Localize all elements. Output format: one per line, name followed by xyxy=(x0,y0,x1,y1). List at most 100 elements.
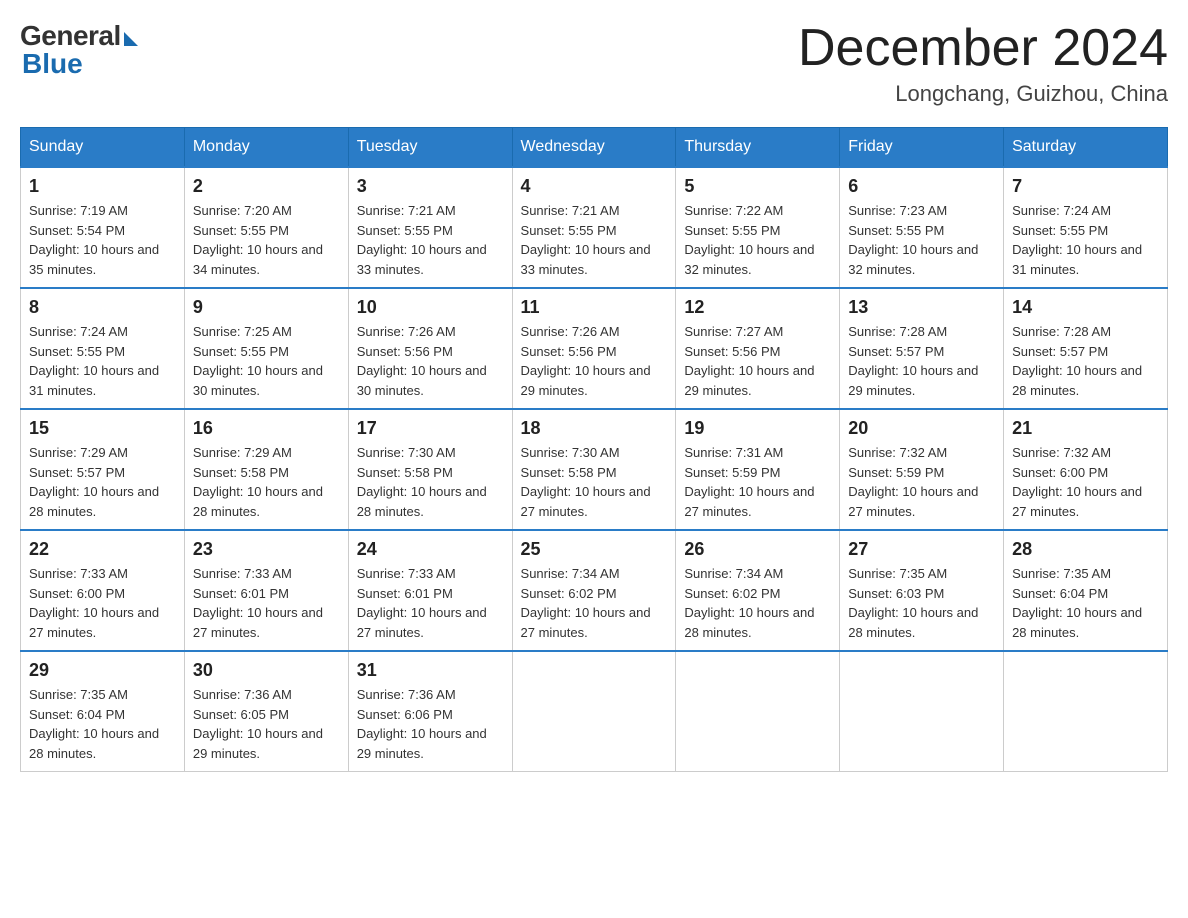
day-info: Sunrise: 7:32 AMSunset: 5:59 PMDaylight:… xyxy=(848,443,995,521)
day-cell: 20 Sunrise: 7:32 AMSunset: 5:59 PMDayligh… xyxy=(840,409,1004,530)
day-cell: 18Sunrise: 7:30 AMSunset: 5:58 PMDayligh… xyxy=(512,409,676,530)
day-number: 5 xyxy=(684,176,831,197)
day-info: Sunrise: 7:30 AMSunset: 5:58 PMDaylight:… xyxy=(521,443,668,521)
day-info: Sunrise: 7:36 AMSunset: 6:05 PMDaylight:… xyxy=(193,685,340,763)
day-number: 4 xyxy=(521,176,668,197)
day-cell: 31 Sunrise: 7:36 AMSunset: 6:06 PMDayligh… xyxy=(348,651,512,772)
logo-blue-text: Blue xyxy=(22,48,83,80)
day-info: Sunrise: 7:35 AMSunset: 6:03 PMDaylight:… xyxy=(848,564,995,642)
day-number: 2 xyxy=(193,176,340,197)
day-cell: 21Sunrise: 7:32 AMSunset: 6:00 PMDayligh… xyxy=(1004,409,1168,530)
day-number: 15 xyxy=(29,418,176,439)
day-cell xyxy=(840,651,1004,772)
day-cell xyxy=(512,651,676,772)
day-cell: 11Sunrise: 7:26 AMSunset: 5:56 PMDayligh… xyxy=(512,288,676,409)
day-info: Sunrise: 7:35 AMSunset: 6:04 PMDaylight:… xyxy=(1012,564,1159,642)
day-number: 11 xyxy=(521,297,668,318)
day-cell: 15 Sunrise: 7:29 AMSunset: 5:57 PMDayligh… xyxy=(21,409,185,530)
title-section: December 2024 Longchang, Guizhou, China xyxy=(798,20,1168,107)
day-info: Sunrise: 7:35 AMSunset: 6:04 PMDaylight:… xyxy=(29,685,176,763)
day-cell: 13Sunrise: 7:28 AMSunset: 5:57 PMDayligh… xyxy=(840,288,1004,409)
day-number: 24 xyxy=(357,539,504,560)
day-info: Sunrise: 7:26 AMSunset: 5:56 PMDaylight:… xyxy=(357,322,504,400)
column-header-sunday: Sunday xyxy=(21,128,185,168)
day-info: Sunrise: 7:25 AMSunset: 5:55 PMDaylight:… xyxy=(193,322,340,400)
day-info: Sunrise: 7:33 AMSunset: 6:00 PMDaylight:… xyxy=(29,564,176,642)
week-row-1: 1Sunrise: 7:19 AMSunset: 5:54 PMDaylight… xyxy=(21,167,1168,288)
day-info: Sunrise: 7:21 AMSunset: 5:55 PMDaylight:… xyxy=(357,201,504,279)
day-number: 30 xyxy=(193,660,340,681)
logo: General Blue xyxy=(20,20,138,80)
day-number: 14 xyxy=(1012,297,1159,318)
day-cell: 4 Sunrise: 7:21 AMSunset: 5:55 PMDaylight… xyxy=(512,167,676,288)
day-cell: 24Sunrise: 7:33 AMSunset: 6:01 PMDayligh… xyxy=(348,530,512,651)
column-header-monday: Monday xyxy=(184,128,348,168)
day-info: Sunrise: 7:36 AMSunset: 6:06 PMDaylight:… xyxy=(357,685,504,763)
day-number: 29 xyxy=(29,660,176,681)
week-row-3: 15 Sunrise: 7:29 AMSunset: 5:57 PMDayligh… xyxy=(21,409,1168,530)
day-cell: 28Sunrise: 7:35 AMSunset: 6:04 PMDayligh… xyxy=(1004,530,1168,651)
day-cell: 27 Sunrise: 7:35 AMSunset: 6:03 PMDayligh… xyxy=(840,530,1004,651)
day-info: Sunrise: 7:29 AMSunset: 5:58 PMDaylight:… xyxy=(193,443,340,521)
day-info: Sunrise: 7:22 AMSunset: 5:55 PMDaylight:… xyxy=(684,201,831,279)
page-header: General Blue December 2024 Longchang, Gu… xyxy=(20,20,1168,107)
day-info: Sunrise: 7:24 AMSunset: 5:55 PMDaylight:… xyxy=(29,322,176,400)
day-cell: 30 Sunrise: 7:36 AMSunset: 6:05 PMDayligh… xyxy=(184,651,348,772)
day-number: 20 xyxy=(848,418,995,439)
calendar-table: SundayMondayTuesdayWednesdayThursdayFrid… xyxy=(20,127,1168,772)
day-info: Sunrise: 7:30 AMSunset: 5:58 PMDaylight:… xyxy=(357,443,504,521)
day-info: Sunrise: 7:23 AMSunset: 5:55 PMDaylight:… xyxy=(848,201,995,279)
day-number: 7 xyxy=(1012,176,1159,197)
day-number: 12 xyxy=(684,297,831,318)
column-header-saturday: Saturday xyxy=(1004,128,1168,168)
day-cell: 2 Sunrise: 7:20 AMSunset: 5:55 PMDaylight… xyxy=(184,167,348,288)
column-header-thursday: Thursday xyxy=(676,128,840,168)
month-title: December 2024 xyxy=(798,20,1168,77)
week-row-4: 22 Sunrise: 7:33 AMSunset: 6:00 PMDayligh… xyxy=(21,530,1168,651)
day-info: Sunrise: 7:29 AMSunset: 5:57 PMDaylight:… xyxy=(29,443,176,521)
day-cell: 10 Sunrise: 7:26 AMSunset: 5:56 PMDayligh… xyxy=(348,288,512,409)
day-number: 27 xyxy=(848,539,995,560)
day-number: 10 xyxy=(357,297,504,318)
day-info: Sunrise: 7:19 AMSunset: 5:54 PMDaylight:… xyxy=(29,201,176,279)
day-number: 13 xyxy=(848,297,995,318)
day-number: 8 xyxy=(29,297,176,318)
day-cell: 26 Sunrise: 7:34 AMSunset: 6:02 PMDayligh… xyxy=(676,530,840,651)
day-cell: 25Sunrise: 7:34 AMSunset: 6:02 PMDayligh… xyxy=(512,530,676,651)
day-number: 22 xyxy=(29,539,176,560)
day-number: 26 xyxy=(684,539,831,560)
day-cell: 6Sunrise: 7:23 AMSunset: 5:55 PMDaylight… xyxy=(840,167,1004,288)
day-info: Sunrise: 7:34 AMSunset: 6:02 PMDaylight:… xyxy=(521,564,668,642)
day-number: 19 xyxy=(684,418,831,439)
day-cell: 3 Sunrise: 7:21 AMSunset: 5:55 PMDaylight… xyxy=(348,167,512,288)
week-row-5: 29 Sunrise: 7:35 AMSunset: 6:04 PMDayligh… xyxy=(21,651,1168,772)
day-info: Sunrise: 7:27 AMSunset: 5:56 PMDaylight:… xyxy=(684,322,831,400)
day-number: 17 xyxy=(357,418,504,439)
day-info: Sunrise: 7:33 AMSunset: 6:01 PMDaylight:… xyxy=(193,564,340,642)
column-header-friday: Friday xyxy=(840,128,1004,168)
logo-arrow-icon xyxy=(124,32,138,46)
day-info: Sunrise: 7:20 AMSunset: 5:55 PMDaylight:… xyxy=(193,201,340,279)
day-cell: 19Sunrise: 7:31 AMSunset: 5:59 PMDayligh… xyxy=(676,409,840,530)
day-cell: 1Sunrise: 7:19 AMSunset: 5:54 PMDaylight… xyxy=(21,167,185,288)
week-row-2: 8 Sunrise: 7:24 AMSunset: 5:55 PMDaylight… xyxy=(21,288,1168,409)
day-cell: 29 Sunrise: 7:35 AMSunset: 6:04 PMDayligh… xyxy=(21,651,185,772)
day-info: Sunrise: 7:32 AMSunset: 6:00 PMDaylight:… xyxy=(1012,443,1159,521)
day-number: 23 xyxy=(193,539,340,560)
day-info: Sunrise: 7:21 AMSunset: 5:55 PMDaylight:… xyxy=(521,201,668,279)
day-cell xyxy=(1004,651,1168,772)
day-cell: 12 Sunrise: 7:27 AMSunset: 5:56 PMDayligh… xyxy=(676,288,840,409)
calendar-header-row: SundayMondayTuesdayWednesdayThursdayFrid… xyxy=(21,128,1168,168)
day-info: Sunrise: 7:28 AMSunset: 5:57 PMDaylight:… xyxy=(1012,322,1159,400)
day-info: Sunrise: 7:34 AMSunset: 6:02 PMDaylight:… xyxy=(684,564,831,642)
day-number: 3 xyxy=(357,176,504,197)
column-header-tuesday: Tuesday xyxy=(348,128,512,168)
column-header-wednesday: Wednesday xyxy=(512,128,676,168)
day-cell: 5 Sunrise: 7:22 AMSunset: 5:55 PMDaylight… xyxy=(676,167,840,288)
day-cell: 14 Sunrise: 7:28 AMSunset: 5:57 PMDayligh… xyxy=(1004,288,1168,409)
day-cell: 9Sunrise: 7:25 AMSunset: 5:55 PMDaylight… xyxy=(184,288,348,409)
day-number: 31 xyxy=(357,660,504,681)
day-cell xyxy=(676,651,840,772)
day-cell: 22 Sunrise: 7:33 AMSunset: 6:00 PMDayligh… xyxy=(21,530,185,651)
day-cell: 16Sunrise: 7:29 AMSunset: 5:58 PMDayligh… xyxy=(184,409,348,530)
